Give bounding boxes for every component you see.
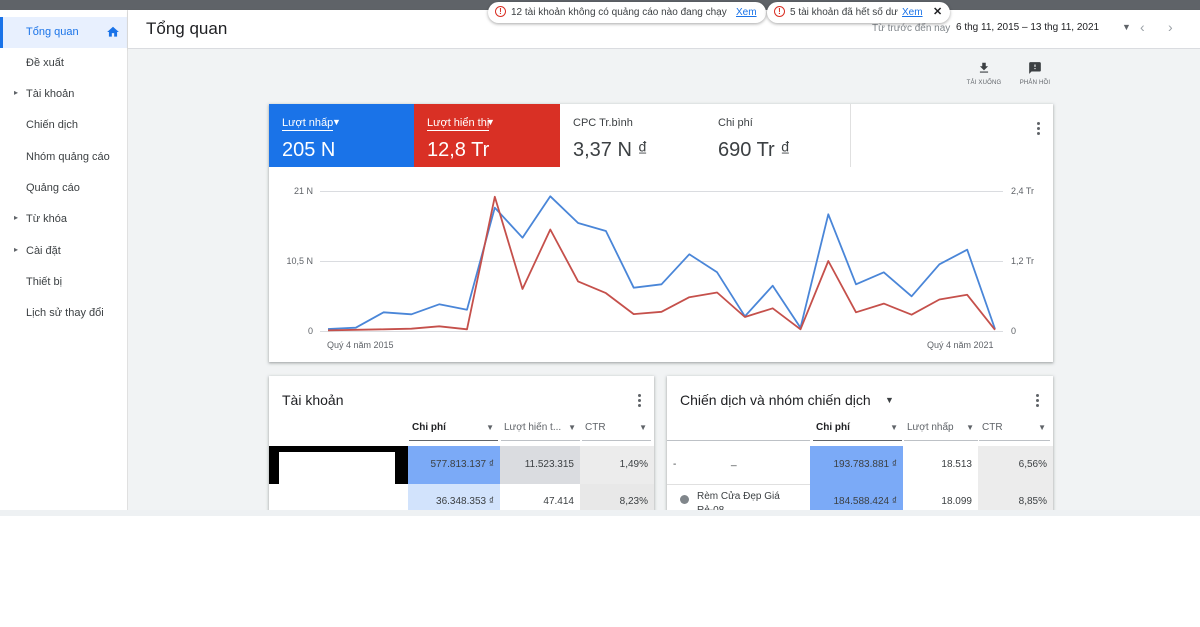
dropdown-arrow-icon: ▼ <box>486 423 494 432</box>
series-line-clicks <box>327 195 996 330</box>
sidebar-item-recommendations[interactable]: Đề xuất <box>0 48 127 79</box>
column-header-ctr[interactable]: CTR ▼ <box>582 422 651 441</box>
column-header-ctr[interactable]: CTR ▼ <box>979 422 1050 441</box>
caret-right-icon: ▸ <box>14 88 19 97</box>
campaign-status-icon <box>680 495 689 504</box>
campaign-name[interactable]: - _ <box>667 446 810 484</box>
more-options-icon[interactable] <box>638 394 642 409</box>
alert-icon: ! <box>495 6 506 17</box>
chevron-left-icon[interactable]: ‹ <box>1140 19 1145 35</box>
sidebar-item-accounts[interactable]: ▸ Tài khoản <box>0 79 127 110</box>
sidebar-item-label: Chiến dịch <box>26 119 78 131</box>
alert-no-balance: ! 5 tài khoản đã hết số dư Xem ✕ <box>767 2 950 23</box>
sidebar: Tổng quan Đề xuất ▸ Tài khoản Chiến dịch… <box>0 10 128 510</box>
accounts-table-title: Tài khoản <box>282 392 344 408</box>
line-chart <box>327 195 996 332</box>
sidebar-item-keywords[interactable]: ▸ Từ khóa <box>0 204 127 235</box>
table-cell: 577.813.137 ₫ <box>408 446 500 484</box>
sidebar-item-label: Từ khóa <box>26 213 67 225</box>
home-icon <box>107 26 119 37</box>
table-cell: 18.513 <box>903 446 978 484</box>
dropdown-arrow-icon[interactable]: ▼ <box>885 395 894 405</box>
more-options-icon[interactable] <box>1036 394 1040 409</box>
redacted-account-name <box>269 446 408 484</box>
dropdown-arrow-icon: ▼ <box>966 423 974 432</box>
alert-text: 5 tài khoản đã hết số dư <box>790 7 898 18</box>
dropdown-arrow-icon[interactable]: ▼ <box>1122 22 1131 32</box>
campaigns-table-title[interactable]: Chiến dịch và nhóm chiến dịch <box>680 392 871 408</box>
campaign-name: Rèm Cửa Đẹp Giá <box>697 491 780 502</box>
alert-view-link[interactable]: Xem <box>736 7 757 18</box>
column-header-impressions[interactable]: Lượt hiển t... ▼ <box>501 422 580 441</box>
feedback-label: PHẢN HỒI <box>1019 80 1051 86</box>
dropdown-arrow-icon: ▼ <box>890 423 898 432</box>
chevron-right-icon[interactable]: › <box>1168 19 1173 35</box>
caret-right-icon: ▸ <box>14 213 19 222</box>
dropdown-arrow-icon: ▼ <box>568 423 576 432</box>
sidebar-item-label: Tài khoản <box>26 88 75 100</box>
performance-chart-card: Lượt nhấp ▼ 205 N Lượt hiển thị ▼ 12,8 T… <box>269 104 1053 362</box>
series-line-impressions <box>327 195 996 332</box>
sidebar-item-campaigns[interactable]: Chiến dịch <box>0 110 127 141</box>
campaigns-table-card: Chiến dịch và nhóm chiến dịch ▼ Chi phí ▼… <box>667 376 1053 516</box>
sidebar-item-label: Cài đặt <box>26 245 61 257</box>
page-title: Tổng quan <box>146 19 228 38</box>
date-range-selector[interactable]: 6 thg 11, 2015 – 13 thg 11, 2021 <box>956 22 1099 33</box>
dropdown-arrow-icon: ▼ <box>1038 423 1046 432</box>
blank-area <box>0 516 1200 627</box>
alert-no-active-ads: ! 12 tài khoản không có quảng cáo nào đa… <box>488 2 766 23</box>
sidebar-item-devices[interactable]: Thiết bị <box>0 267 127 298</box>
table-cell: 6,56% <box>978 446 1053 484</box>
date-range-caption: Từ trước đến nay <box>872 23 951 34</box>
table-cell: 1,49% <box>580 446 654 484</box>
main-content: TẢI XUỐNG PHẢN HỒI Lượt nhấp ▼ 205 N Lượ… <box>128 49 1200 516</box>
feedback-icon <box>1029 62 1041 74</box>
sidebar-item-label: Nhóm quảng cáo <box>26 151 110 163</box>
sidebar-item-label: Tổng quan <box>26 26 79 38</box>
sidebar-item-label: Thiết bị <box>26 276 63 288</box>
column-header-clicks[interactable]: Lượt nhấp ▼ <box>904 422 978 441</box>
sidebar-item-ads[interactable]: Quảng cáo <box>0 173 127 204</box>
column-header-cost[interactable]: Chi phí ▼ <box>409 422 498 441</box>
alert-view-link[interactable]: Xem <box>902 7 923 18</box>
table-cell: 193.783.881 ₫ <box>810 446 903 484</box>
download-label: TẢI XUỐNG <box>966 80 1002 86</box>
sidebar-item-label: Quảng cáo <box>26 182 80 194</box>
sidebar-item-label: Lịch sử thay đổi <box>26 307 104 319</box>
feedback-button[interactable]: PHẢN HỒI <box>1010 61 1060 86</box>
close-icon[interactable]: ✕ <box>933 5 942 18</box>
alert-text: 12 tài khoản không có quảng cáo nào đang… <box>511 7 727 18</box>
sidebar-item-settings[interactable]: ▸ Cài đặt <box>0 236 127 267</box>
sidebar-item-ad-groups[interactable]: Nhóm quảng cáo <box>0 142 127 173</box>
table-cell: 11.523.315 <box>500 446 580 484</box>
caret-right-icon: ▸ <box>14 245 19 254</box>
column-header-cost[interactable]: Chi phí ▼ <box>813 422 902 441</box>
download-button[interactable]: TẢI XUỐNG <box>959 61 1009 86</box>
dropdown-arrow-icon: ▼ <box>639 423 647 432</box>
accounts-table-card: Tài khoản Chi phí ▼ Lượt hiển t... ▼ CTR ▼ … <box>269 376 654 516</box>
alert-icon: ! <box>774 6 785 17</box>
sidebar-item-overview[interactable]: Tổng quan <box>0 17 127 48</box>
download-icon <box>979 62 989 73</box>
sidebar-item-label: Đề xuất <box>26 57 64 69</box>
sidebar-item-change-history[interactable]: Lịch sử thay đổi <box>0 298 127 329</box>
